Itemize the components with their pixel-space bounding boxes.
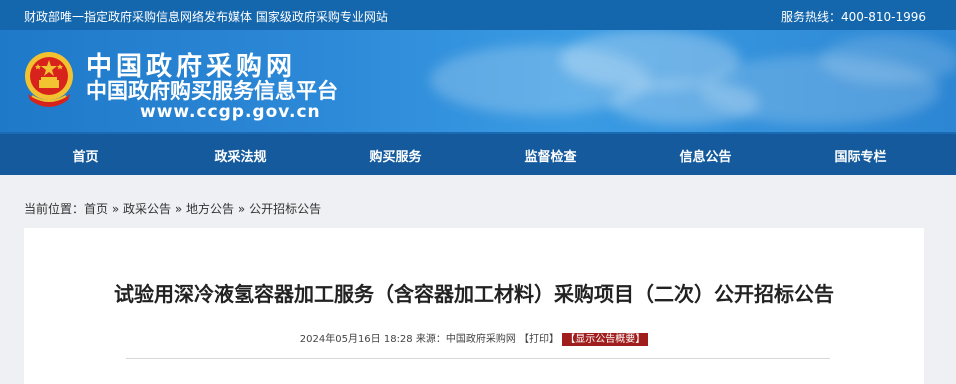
article-title: 试验用深冷液氢容器加工服务（含容器加工材料）采购项目（二次）公开招标公告 [114, 282, 834, 306]
national-emblem-icon[interactable] [22, 48, 76, 112]
breadcrumb-separator: » [237, 202, 246, 216]
site-banner: 中国政府采购网 中国政府购买服务信息平台 www.ccgp.gov.cn [0, 30, 956, 132]
breadcrumb-separator: » [174, 202, 183, 216]
article-source: 来源：中国政府采购网 [415, 334, 516, 345]
breadcrumb-prefix: 当前位置： [24, 202, 85, 216]
show-summary-button[interactable]: 【显示公告概要】 [562, 333, 649, 346]
main-nav: 首页 政采法规 购买服务 监督检查 信息公告 国际专栏 [0, 132, 956, 175]
site-url: www.ccgp.gov.cn [140, 102, 321, 122]
nav-item-announcements[interactable]: 信息公告 [628, 146, 783, 165]
article-meta: 2024年05月16日 18:28 来源：中国政府采购网 【打印】 【显示公告概… [24, 330, 924, 346]
article-datetime: 2024年05月16日 18:28 [299, 334, 413, 345]
nav-item-regulations[interactable]: 政采法规 [163, 146, 318, 165]
site-slogan: 财政部唯一指定政府采购信息网络发布媒体 国家级政府采购专业网站 [24, 10, 388, 24]
top-info-bar: 财政部唯一指定政府采购信息网络发布媒体 国家级政府采购专业网站 服务热线：400… [0, 0, 956, 30]
nav-item-purchase-services[interactable]: 购买服务 [318, 146, 473, 165]
breadcrumb-item-local[interactable]: 地方公告 [186, 202, 234, 216]
site-subtitle: 中国政府购买服务信息平台 [86, 78, 338, 103]
service-hotline: 服务热线：400-810-1996 [780, 10, 926, 24]
nav-item-supervision[interactable]: 监督检查 [473, 146, 628, 165]
nav-item-home[interactable]: 首页 [8, 146, 163, 165]
divider [126, 358, 830, 359]
nav-item-international[interactable]: 国际专栏 [783, 146, 938, 165]
article-card: 试验用深冷液氢容器加工服务（含容器加工材料）采购项目（二次）公开招标公告 202… [24, 228, 924, 384]
breadcrumb-item-tender[interactable]: 公开招标公告 [249, 202, 321, 216]
print-link[interactable]: 【打印】 [519, 334, 559, 345]
breadcrumb-item-notices[interactable]: 政采公告 [123, 202, 171, 216]
breadcrumb: 当前位置：首页 » 政采公告 » 地方公告 » 公开招标公告 [24, 200, 321, 217]
breadcrumb-item-home[interactable]: 首页 [84, 202, 108, 216]
breadcrumb-separator: » [111, 202, 120, 216]
